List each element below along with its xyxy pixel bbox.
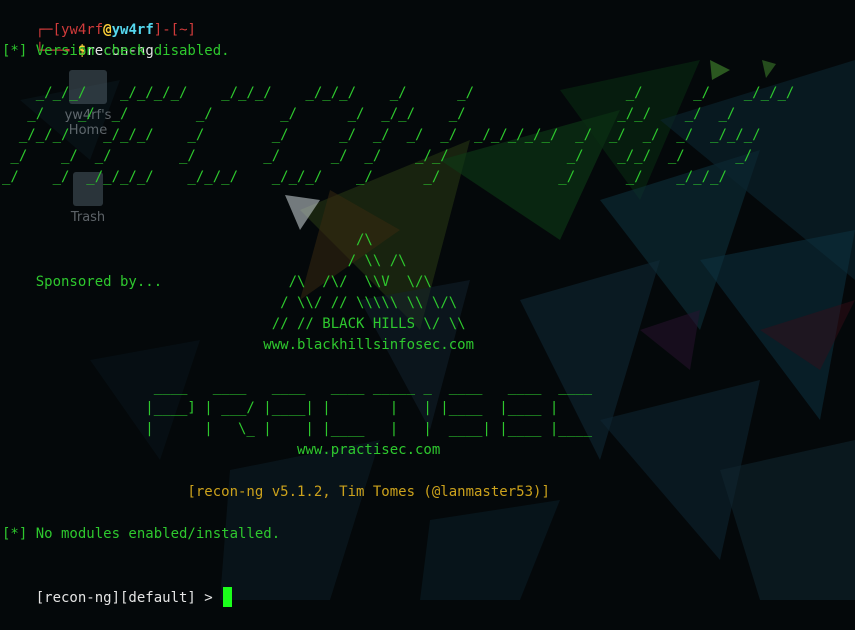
practisec-url: www.practisec.com (2, 442, 441, 458)
sponsor-art-line: // // BLACK HILLS \/ \\ (2, 316, 466, 332)
banner-line: _/_/_/ _/_/_/ _/ _/ _/ _/ _/ _/ _/_/_/_/… (2, 127, 761, 143)
prompt-close-bracket: ] (153, 22, 163, 38)
practisec-art-line: ____ ____ ____ ____ _____ _ ____ ____ __… (2, 379, 593, 395)
prompt-line: ┌─[yw4rf@yw4rf]-[~] (2, 0, 196, 38)
modules-status-line: [*] No modules enabled/installed. (2, 526, 281, 542)
version-info: [recon-ng v5.1.2, Tim Tomes (@lanmaster5… (2, 484, 550, 500)
prompt-dir-open: [ (170, 22, 180, 38)
banner-line: _/ _/ _/ _/ _/ _/ _/ _/_/ _/ _/_/ _/ _/ (2, 148, 753, 164)
sponsor-art-line: Sponsored by... /\ /\/ \\V \/\ (2, 274, 432, 290)
shell-prompt: [recon-ng][default] > (35, 590, 222, 606)
prompt-dir-close: ] (187, 22, 196, 38)
sponsor-art-line: / \\/ // \\\\\ \\ \/\ (2, 295, 458, 311)
prompt-dash: - (162, 22, 171, 38)
version-check-line: [*] Version check disabled. (2, 43, 230, 59)
sponsor-url: www.blackhillsinfosec.com (2, 337, 475, 353)
banner-line: _/ _/ _/_/_/_/ _/_/_/ _/_/_/ _/ _/ _/ _/… (2, 169, 727, 185)
terminal-window[interactable]: ┌─[yw4rf@yw4rf]-[~] └──╼ $recon-ng [*] V… (0, 0, 855, 607)
sponsor-art-line: /\ (2, 232, 373, 248)
practisec-art-line: |____] | ___/ |____| | | | |____ |____ | (2, 400, 559, 416)
text-cursor (223, 587, 233, 607)
shell-prompt-line[interactable]: [recon-ng][default] > (2, 566, 233, 607)
banner-line: _/_/_/ _/_/_/_/ _/_/_/ _/_/_/ _/ _/ _/ _… (2, 85, 795, 101)
banner-line: _/ _/ _/ _/ _/ _/ _/_/ _/ _/_/ _/ _/ (2, 106, 736, 122)
command-line: └──╼ $recon-ng (2, 20, 154, 59)
prompt-dir: ~ (179, 22, 188, 38)
sponsor-art-line: / \\ /\ (2, 253, 407, 269)
practisec-art-line: | | \_ | | |____ | | ____| |____ |____ (2, 421, 593, 437)
